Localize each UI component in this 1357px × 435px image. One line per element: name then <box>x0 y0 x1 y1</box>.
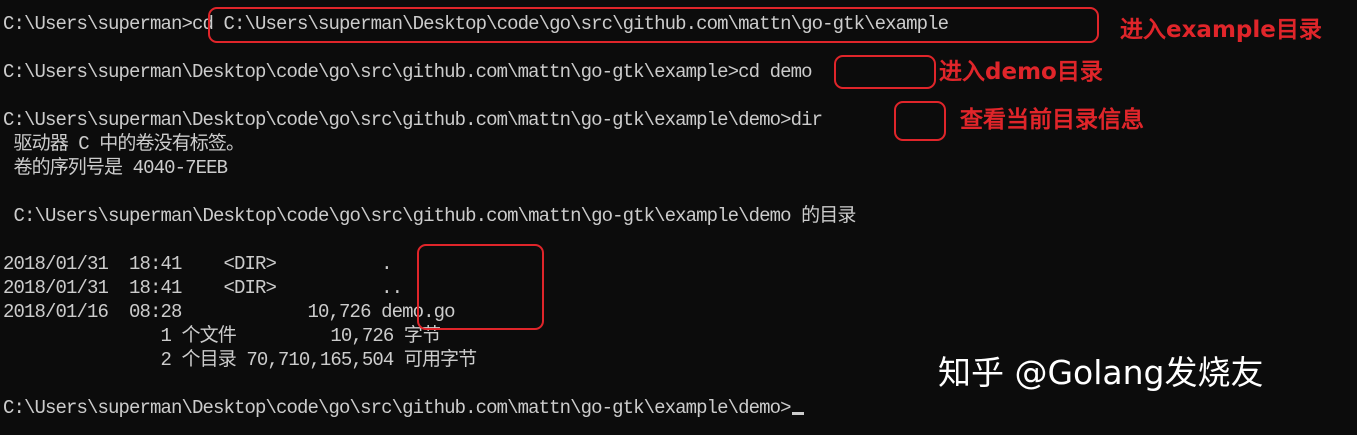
annotation-view-dir: 查看当前目录信息 <box>960 107 1144 133</box>
highlight-box-dir <box>894 101 946 141</box>
console-line: 2018/01/16 08:28 10,726 demo.go <box>3 301 455 323</box>
highlight-box-cd-example <box>208 7 1099 43</box>
annotation-enter-demo: 进入demo目录 <box>939 59 1103 85</box>
text-cursor <box>791 412 804 415</box>
highlight-box-dir-listing <box>417 244 544 330</box>
console-line: C:\Users\superman\Desktop\code\go\src\gi… <box>3 205 857 227</box>
zhihu-watermark: 知乎 @Golang发烧友 <box>938 353 1264 392</box>
console-line: 2018/01/31 18:41 <DIR> .. <box>3 277 403 299</box>
console-line: C:\Users\superman\Desktop\code\go\src\gi… <box>3 109 823 131</box>
console-line: 2 个目录 70,710,165,504 可用字节 <box>3 349 478 371</box>
console-line: 驱动器 C 中的卷没有标签。 <box>3 133 246 155</box>
highlight-box-cd-demo <box>834 55 936 89</box>
console-prompt-line[interactable]: C:\Users\superman\Desktop\code\go\src\gi… <box>3 396 804 420</box>
console-prompt: C:\Users\superman\Desktop\code\go\src\gi… <box>3 397 792 419</box>
console-line: 卷的序列号是 4040-7EEB <box>3 157 229 179</box>
console-line: C:\Users\superman\Desktop\code\go\src\gi… <box>3 61 813 83</box>
console-line: 1 个文件 10,726 字节 <box>3 325 441 347</box>
annotation-enter-example: 进入example目录 <box>1120 17 1322 43</box>
console-line: 2018/01/31 18:41 <DIR> . <box>3 253 392 275</box>
